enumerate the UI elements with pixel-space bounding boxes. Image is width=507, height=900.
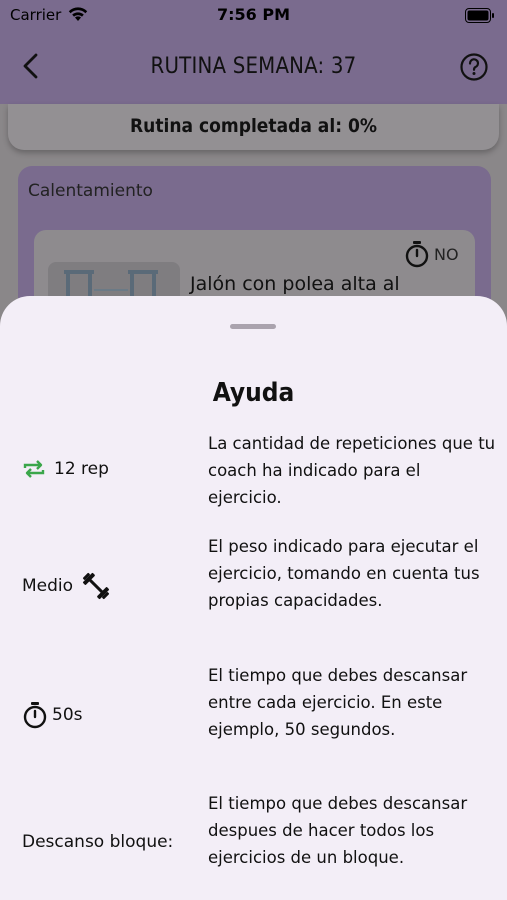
dumbbell-icon	[83, 572, 110, 600]
status-time: 7:56 PM	[216, 5, 290, 24]
repeat-icon	[23, 460, 45, 478]
block-rest-description: El tiempo que debes descansar despues de…	[208, 794, 468, 867]
help-row-label: 50s	[22, 701, 83, 729]
progress-label: Rutina completada al: 0%	[8, 104, 499, 150]
timer-icon	[405, 241, 429, 268]
block-rest-label: Descanso bloque:	[22, 832, 174, 852]
rest-description: El tiempo que debes descansar entre cada…	[208, 666, 468, 739]
rest-label: 50s	[52, 705, 83, 725]
app-screen: Carrier 7:56 PM RUTINA SEMANA: 37 Rutina…	[0, 0, 507, 900]
rest-flag: NO	[434, 245, 459, 264]
sheet-drag-handle[interactable]	[230, 324, 276, 329]
nav-bar: RUTINA SEMANA: 37	[0, 30, 507, 104]
battery-icon	[465, 8, 494, 23]
page-title: RUTINA SEMANA: 37	[150, 54, 357, 79]
status-bar: Carrier 7:56 PM	[0, 0, 507, 30]
block-title: Calentamiento	[28, 181, 153, 201]
weight-description: El peso indicado para ejecutar el ejerci…	[208, 537, 480, 610]
reps-label: 12 rep	[54, 459, 109, 479]
exercise-name: Jalón con polea alta al	[190, 273, 400, 295]
sheet-title: Ayuda	[212, 378, 295, 408]
reps-description: La cantidad de repeticiones que tu coach…	[208, 434, 496, 507]
timer-icon	[23, 702, 47, 729]
weight-label: Medio	[22, 576, 74, 596]
help-row-label: Medio	[22, 571, 111, 601]
help-row-label: 12 rep	[22, 457, 109, 481]
help-sheet: Ayuda 12 rep La cantidad de repeticiones…	[0, 296, 507, 900]
question-circle-icon[interactable]	[459, 52, 489, 82]
